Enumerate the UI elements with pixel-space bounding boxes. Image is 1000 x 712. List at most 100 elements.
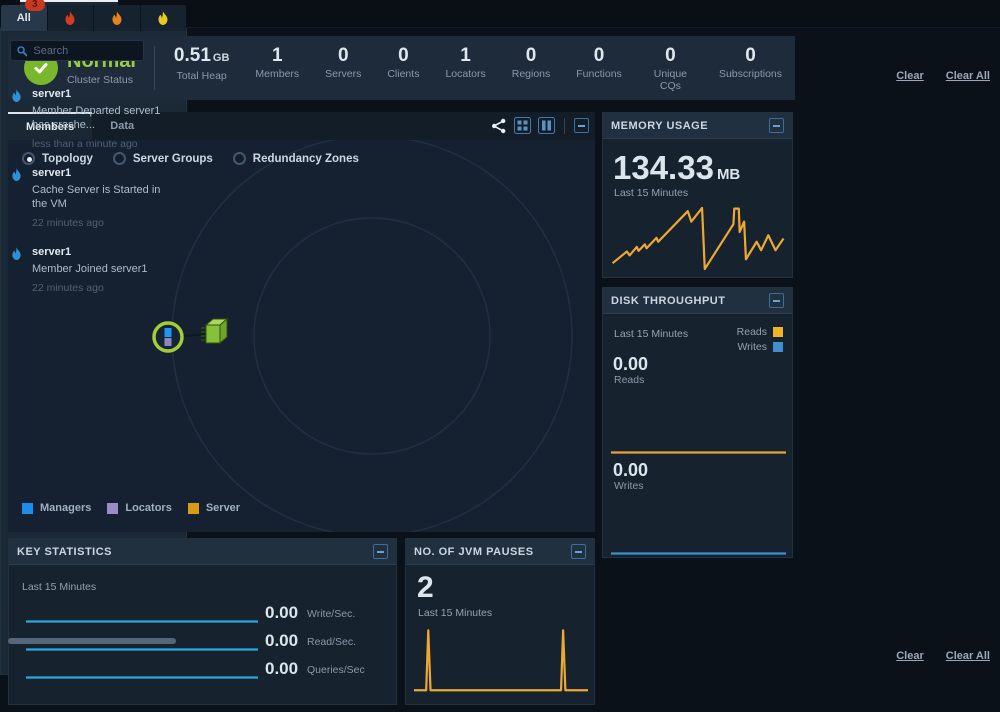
clear-all-link-top[interactable]: Clear All: [946, 70, 990, 82]
cluster-stats: 0.51GB Total Heap 1 Members 0 Servers 0 …: [155, 45, 795, 92]
alert-message: Member Departed server1 has crashe...: [32, 104, 175, 132]
locators-color-swatch: [107, 503, 118, 514]
disk-writes-label: Writes: [614, 480, 644, 492]
info-flame-icon: [11, 89, 22, 103]
disk-writes-value: 0.00: [613, 460, 648, 481]
key-statistics-period: Last 15 Minutes: [22, 581, 96, 593]
clear-link-bottom[interactable]: Clear: [896, 650, 924, 662]
disk-throughput-panel: DISK THROUGHPUT Last 15 Minutes Reads Wr…: [602, 287, 793, 558]
view-radio-group: Topology Server Groups Redundancy Zones: [22, 152, 359, 165]
disk-reads-sparkline: [611, 448, 786, 457]
clear-all-link-bottom[interactable]: Clear All: [946, 650, 990, 662]
memory-usage-period: Last 15 Minutes: [614, 187, 688, 199]
legend-locators: Locators: [107, 502, 171, 514]
disk-throughput-title: DISK THROUGHPUT: [611, 295, 769, 307]
clear-link-top[interactable]: Clear: [896, 70, 924, 82]
memory-usage-panel: MEMORY USAGE 134.33MB Last 15 Minutes: [602, 112, 793, 278]
topology-view-icon[interactable]: [490, 117, 507, 134]
alert-time: 22 minutes ago: [32, 282, 175, 294]
legend-managers: Managers: [22, 502, 91, 514]
alert-item[interactable]: server1 Member Joined server1 22 minutes…: [0, 246, 185, 294]
keystats-collapse-icon[interactable]: [373, 544, 388, 559]
radio-topology[interactable]: Topology: [22, 152, 93, 165]
writes-per-sec-sparkline: [26, 617, 258, 626]
reads-color-swatch: [773, 327, 783, 337]
alert-source: server1: [32, 246, 175, 258]
toolbar-divider: [564, 118, 565, 134]
stat-functions: 0 Functions: [563, 45, 635, 92]
alert-item[interactable]: server1 Cache Server is Started in the V…: [0, 167, 185, 229]
topology-inner-ring: [254, 218, 490, 454]
queries-per-sec-sparkline: [26, 673, 258, 682]
error-flame-icon: [111, 11, 123, 26]
legend-writes: Writes: [737, 341, 783, 353]
stat-unique-cqs: 0 Unique CQs: [635, 45, 706, 92]
alerts-scrollbar[interactable]: [8, 638, 176, 644]
stat-servers: 0 Servers: [312, 45, 374, 92]
info-flame-icon: [11, 168, 22, 182]
radio-redundancy-zones-dot: [233, 152, 246, 165]
legend-reads: Reads: [737, 326, 783, 338]
server-color-swatch: [188, 503, 199, 514]
alert-search: [10, 40, 144, 61]
list-view-icon[interactable]: [538, 117, 555, 134]
alert-message: Cache Server is Started in the VM: [32, 183, 175, 211]
memory-collapse-icon[interactable]: [769, 118, 784, 133]
alert-search-input[interactable]: [33, 45, 137, 57]
alert-time: 22 minutes ago: [32, 217, 175, 229]
alert-source: server1: [32, 88, 175, 100]
info-flame-icon: [11, 247, 22, 261]
managers-color-swatch: [22, 503, 33, 514]
disk-reads-label: Reads: [614, 374, 644, 386]
jvm-collapse-icon[interactable]: [571, 544, 586, 559]
jvm-pauses-sparkline: [414, 627, 588, 695]
writes-color-swatch: [773, 342, 783, 352]
key-statistics-panel: KEY STATISTICS Last 15 Minutes 0.00 Writ…: [8, 538, 397, 705]
severe-flame-icon: [64, 11, 76, 26]
radio-server-groups[interactable]: Server Groups: [113, 152, 213, 165]
topology-legend: Managers Locators Server: [22, 502, 240, 514]
memory-usage-value: 134.33MB: [613, 149, 740, 187]
legend-server: Server: [188, 502, 240, 514]
alert-item[interactable]: server1 Member Departed server1 has cras…: [0, 88, 185, 150]
reads-per-sec-sparkline: [26, 645, 258, 654]
grid-view-icon[interactable]: [514, 117, 531, 134]
stat-locators: 1 Locators: [432, 45, 498, 92]
member-node-server1[interactable]: [154, 323, 182, 351]
host-machine-icon[interactable]: [201, 319, 227, 343]
memory-usage-title: MEMORY USAGE: [611, 120, 769, 132]
jvm-pauses-title: NO. OF JVM PAUSES: [414, 546, 571, 558]
alert-tab-severe[interactable]: [48, 5, 95, 31]
alert-filter-tabs: All 3: [1, 1, 186, 31]
stat-regions: 0 Regions: [499, 45, 564, 92]
alert-count-badge: 3: [25, 0, 45, 11]
disk-throughput-period: Last 15 Minutes: [614, 328, 688, 340]
memory-usage-sparkline: [609, 206, 788, 271]
disk-writes-sparkline: [611, 549, 786, 558]
alert-source: server1: [32, 167, 175, 179]
jvm-pauses-value: 2: [417, 571, 434, 605]
disk-throughput-legend: Reads Writes: [737, 326, 783, 356]
jvm-pauses-period: Last 15 Minutes: [418, 607, 492, 619]
queries-per-sec-row: 0.00 Queries/Sec: [9, 659, 398, 683]
stat-subscriptions: 0 Subscriptions: [706, 45, 795, 92]
alert-tab-error[interactable]: [94, 5, 141, 31]
writes-per-sec-row: 0.00 Write/Sec.: [9, 603, 398, 627]
radio-topology-dot: [22, 152, 35, 165]
stat-members: 1 Members: [242, 45, 312, 92]
alert-list: server1 Member Departed server1 has cras…: [0, 88, 185, 311]
alert-tab-warning[interactable]: [141, 5, 187, 31]
key-statistics-title: KEY STATISTICS: [17, 546, 373, 558]
cluster-status-label: Cluster Status: [67, 74, 136, 86]
alert-tab-all[interactable]: All 3: [1, 5, 48, 31]
disk-collapse-icon[interactable]: [769, 293, 784, 308]
stat-total-heap: 0.51GB Total Heap: [161, 45, 242, 92]
members-collapse-icon[interactable]: [574, 118, 589, 133]
radio-redundancy-zones[interactable]: Redundancy Zones: [233, 152, 359, 165]
stat-clients: 0 Clients: [374, 45, 432, 92]
search-icon: [17, 45, 27, 57]
topology-outer-ring: [172, 140, 572, 532]
warning-flame-icon: [157, 11, 169, 26]
disk-reads-value: 0.00: [613, 354, 648, 375]
alert-message: Member Joined server1: [32, 262, 175, 276]
